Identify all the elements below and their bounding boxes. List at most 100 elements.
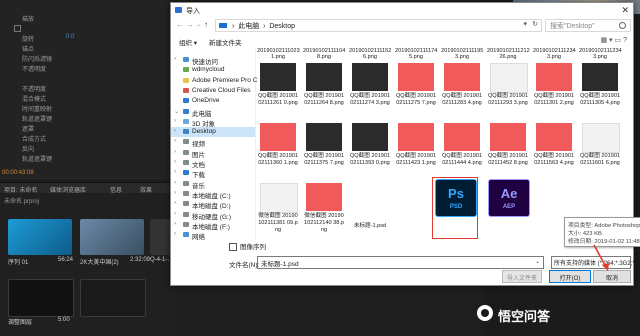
- chevron-icon[interactable]: ›: [174, 118, 176, 124]
- nav-item-14[interactable]: › 本地磁盘 (D:): [171, 199, 255, 210]
- nav-item-7[interactable]: › Desktop: [171, 127, 255, 138]
- file-thumbnail: [490, 63, 528, 93]
- import-dialog: 导入 ✕ ← → ⌄ ↑ › 此电脑 › Desktop ▾ ↻ 搜索"Desk…: [170, 2, 640, 286]
- navigation-pane: › 快速访问 wdmycloud Adobe Premiere Pro C Creati…: [171, 49, 257, 241]
- file-name: 20190102111234 3.png: [533, 48, 576, 60]
- nav-item-13[interactable]: › 本地磁盘 (C:): [171, 189, 255, 200]
- nav-item-9[interactable]: › 图片: [171, 148, 255, 159]
- effect-row: 反向: [4, 144, 169, 153]
- chevron-icon[interactable]: ›: [174, 56, 176, 62]
- project-thumb-duration: 2:32:09: [130, 257, 151, 263]
- folder-icon: [219, 23, 227, 28]
- import-folder-button[interactable]: 导入文件夹: [502, 270, 542, 283]
- close-icon[interactable]: ✕: [621, 5, 629, 16]
- nav-item-0[interactable]: › 快速访问: [171, 55, 255, 66]
- file-name: QQ截图 20190102111264 8.png: [303, 93, 345, 106]
- nav-item-15[interactable]: › 移动硬盘 (G:): [171, 210, 255, 221]
- file-thumbnail: [398, 63, 434, 91]
- nav-folder-icon: [183, 77, 189, 83]
- chevron-icon[interactable]: ›: [174, 211, 176, 217]
- project-tabs: 项目: 未命名 媒体浏览器库 信息 效果: [0, 183, 175, 194]
- chevron-icon[interactable]: ›: [174, 180, 176, 186]
- watermark-logo-inner: [481, 309, 489, 317]
- project-thumb[interactable]: [8, 219, 72, 255]
- effect-row: 不透明度: [4, 84, 169, 93]
- checkbox-icon[interactable]: [14, 25, 21, 32]
- nav-item-5[interactable]: ⌄ 此电脑: [171, 107, 255, 118]
- effect-row-label: 不透明度: [22, 67, 47, 73]
- chevron-icon[interactable]: ⌄: [174, 108, 179, 115]
- effect-row: 混合模式: [4, 94, 169, 103]
- project-name: 未命名.prproj: [4, 199, 40, 205]
- nav-item-6[interactable]: › 3D 对象: [171, 117, 255, 128]
- nav-item-11[interactable]: › 下载: [171, 168, 255, 179]
- selected-file-highlight: [432, 177, 478, 239]
- back-arrow-icon[interactable]: ←: [176, 20, 184, 29]
- nav-item-1[interactable]: wdmycloud: [171, 65, 255, 75]
- recent-dropdown-icon[interactable]: ⌄: [196, 21, 201, 28]
- ae-glyph: Ae: [500, 186, 518, 201]
- nav-item-12[interactable]: › 音乐: [171, 179, 255, 190]
- nav-item-10[interactable]: › 文档: [171, 158, 255, 169]
- nav-item-4[interactable]: OneDrive: [171, 96, 255, 106]
- project-tab[interactable]: 效果: [140, 185, 152, 194]
- chevron-icon[interactable]: ›: [174, 190, 176, 196]
- search-input[interactable]: 搜索"Desktop": [545, 19, 631, 32]
- nav-folder-icon: [183, 118, 189, 124]
- organize-button[interactable]: 组织 ▾: [179, 37, 197, 47]
- aep-file-icon[interactable]: Ae AEP: [488, 179, 530, 217]
- chevron-icon[interactable]: ›: [174, 159, 176, 165]
- file-thumbnail: [306, 183, 342, 211]
- file-name: 20190102111174 5.png: [395, 48, 438, 60]
- chevron-icon[interactable]: ›: [174, 149, 176, 155]
- chevron-icon[interactable]: ›: [174, 138, 176, 144]
- nav-folder-icon: [183, 149, 189, 155]
- nav-folder-icon: [183, 129, 189, 135]
- nav-item-2[interactable]: Adobe Premiere Pro C: [171, 76, 257, 86]
- nav-folder-icon: [183, 201, 189, 207]
- forward-arrow-icon[interactable]: →: [186, 20, 194, 29]
- project-tab[interactable]: 库: [80, 185, 86, 194]
- up-arrow-icon[interactable]: ↑: [204, 20, 208, 29]
- nav-item-label: Creative Cloud Files: [192, 86, 251, 94]
- address-field[interactable]: › 此电脑 › Desktop ▾ ↻: [215, 19, 542, 32]
- file-thumbnail: [490, 123, 526, 151]
- project-thumb[interactable]: [80, 219, 144, 255]
- effect-row-value[interactable]: 0.0: [66, 34, 74, 40]
- annotation-arrow-icon: [593, 244, 609, 271]
- file-name: QQ截图 20190102111305 4.png: [579, 93, 621, 106]
- chevron-icon[interactable]: ›: [174, 128, 176, 134]
- file-thumbnail: [260, 63, 296, 91]
- file-name: 20190102111104 8.png: [303, 48, 346, 60]
- nav-item-3[interactable]: Creative Cloud Files: [171, 86, 255, 96]
- chevron-icon[interactable]: ›: [174, 221, 176, 227]
- chevron-icon[interactable]: ›: [174, 169, 176, 175]
- chevron-down-icon[interactable]: ▾: [523, 20, 527, 28]
- filename-input[interactable]: 未标题-1.psd ⌄: [257, 256, 544, 269]
- chevron-icon[interactable]: ›: [174, 231, 176, 237]
- chevron-icon[interactable]: ›: [174, 200, 176, 206]
- checkbox-box[interactable]: [229, 243, 237, 252]
- effect-row-label: 不透明度: [22, 87, 47, 93]
- open-button[interactable]: 打开(O): [549, 270, 591, 283]
- nav-item-16[interactable]: › 本地磁盘 (F:): [171, 220, 255, 231]
- project-tab[interactable]: 信息: [110, 185, 122, 194]
- project-thumb[interactable]: [8, 279, 74, 317]
- project-thumb[interactable]: [80, 279, 146, 317]
- nav-folder-icon: [183, 170, 189, 176]
- refresh-icon[interactable]: ↻: [532, 20, 538, 28]
- file-name: QQ截图 20190102111452 8.png: [487, 153, 529, 166]
- nav-folder-icon: [183, 67, 189, 73]
- nav-item-8[interactable]: › 视频: [171, 137, 255, 148]
- project-tab[interactable]: 媒体浏览器: [50, 185, 80, 194]
- file-name: 20190102111152 6.png: [349, 48, 392, 60]
- view-options-icon[interactable]: ▦ ▾ ▭ ?: [601, 36, 627, 44]
- dialog-toolbar: 组织 ▾ 新建文件夹 ▦ ▾ ▭ ?: [171, 34, 633, 47]
- project-tab[interactable]: 项目: 未命名: [4, 185, 37, 194]
- chevron-down-icon[interactable]: ⌄: [535, 258, 540, 265]
- nav-folder-icon: [183, 211, 189, 217]
- new-folder-button[interactable]: 新建文件夹: [209, 37, 242, 47]
- image-sequence-checkbox[interactable]: 图像序列: [229, 241, 266, 252]
- effect-row-label: 时间重映射: [22, 107, 53, 113]
- nav-item-17[interactable]: › 网络: [171, 230, 255, 241]
